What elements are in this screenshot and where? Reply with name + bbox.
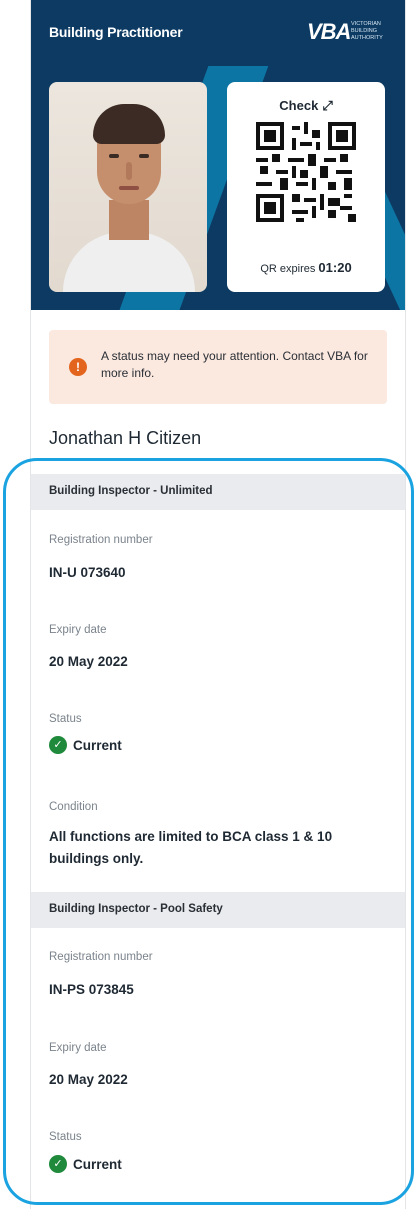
registration-number-label: Registration number	[49, 951, 153, 963]
expiry-date: 20 May 2022	[49, 654, 128, 669]
registration-number-label: Registration number	[49, 534, 153, 546]
top-bar: Building Practitioner VBA Victorian Buil…	[31, 0, 405, 66]
expand-icon: ⤢	[322, 98, 333, 113]
alert-icon: !	[69, 358, 87, 376]
qr-expiry: QR expires 01:20	[227, 260, 385, 275]
status-notice: ! A status may need your attention. Cont…	[49, 330, 387, 404]
qr-expiry-time: 01:20	[318, 260, 352, 275]
status-value: ✓ Current	[49, 1155, 122, 1173]
section-header: Building Inspector - Pool Safety	[31, 892, 405, 928]
logo-text: Victorian Building Authority	[351, 21, 383, 41]
status-label: Status	[49, 713, 82, 725]
check-circle-icon: ✓	[49, 736, 67, 754]
check-circle-icon: ✓	[49, 1155, 67, 1173]
status-text: Current	[73, 1156, 122, 1172]
expiry-date-label: Expiry date	[49, 1042, 107, 1054]
section-title: Building Inspector - Pool Safety	[49, 903, 223, 915]
holder-name: Jonathan H Citizen	[49, 428, 202, 448]
condition-value: All functions are limited to BCA class 1…	[49, 829, 333, 866]
expiry-date: 20 May 2022	[49, 1072, 128, 1087]
logo-mark: VBA	[307, 19, 351, 44]
id-hero: Check ⤢ QR expires 01:20	[31, 66, 405, 310]
notice-text: A status may need your attention. Contac…	[101, 349, 368, 380]
qr-expiry-label: QR expires	[260, 263, 316, 275]
qr-code	[256, 122, 356, 222]
check-button[interactable]: Check ⤢	[227, 98, 385, 114]
status-text: Current	[73, 737, 122, 753]
expiry-date-label: Expiry date	[49, 624, 107, 636]
condition-label: Condition	[49, 801, 98, 813]
registration-number: IN-PS 073845	[49, 982, 134, 997]
section-header: Building Inspector - Unlimited	[31, 474, 405, 510]
practitioner-card: Building Practitioner VBA Victorian Buil…	[30, 0, 406, 1209]
registration-number: IN-U 073640	[49, 565, 126, 580]
status-label: Status	[49, 1131, 82, 1143]
check-label: Check	[279, 98, 319, 113]
status-value: ✓ Current	[49, 736, 122, 754]
qr-card[interactable]: Check ⤢ QR expires 01:20	[227, 82, 385, 292]
profile-photo	[49, 82, 207, 292]
section-title: Building Inspector - Unlimited	[49, 485, 213, 497]
app-title: Building Practitioner	[49, 24, 183, 40]
